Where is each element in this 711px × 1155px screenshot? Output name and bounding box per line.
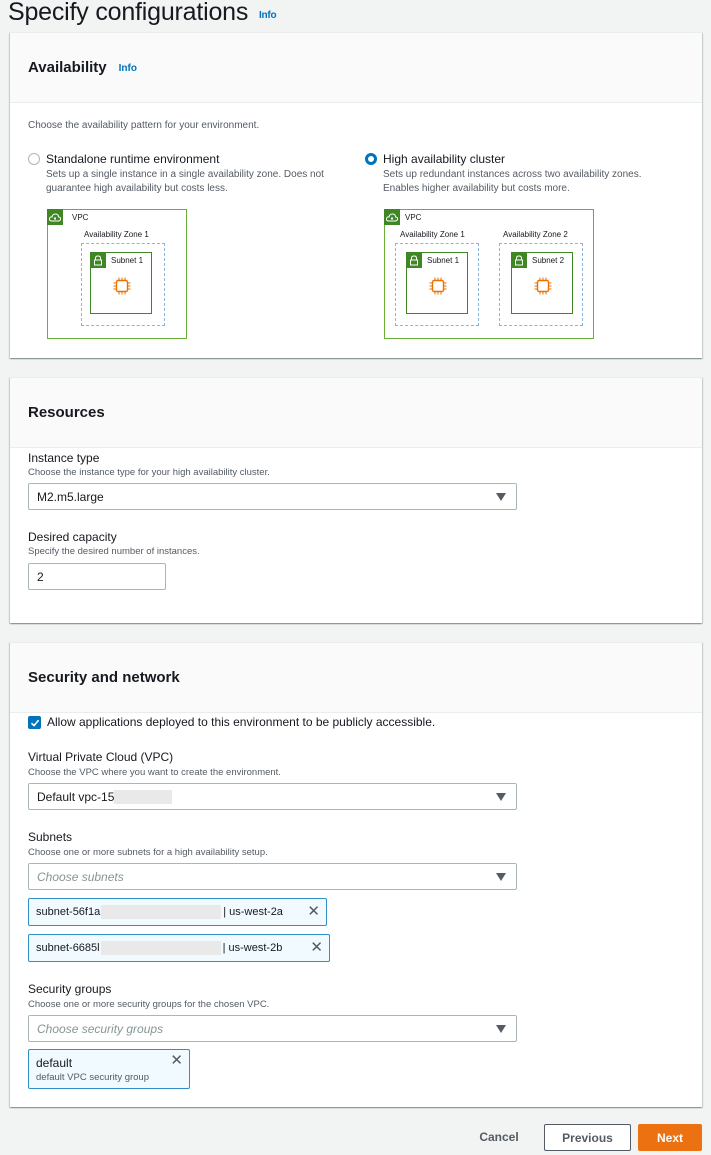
availability-info-link[interactable]: Info bbox=[119, 63, 137, 74]
vpc-value: Default vpc-15 bbox=[37, 789, 115, 804]
standalone-radio[interactable] bbox=[28, 153, 40, 165]
az-1-label: Availability Zone 1 bbox=[400, 230, 465, 239]
redacted-text bbox=[114, 789, 173, 804]
caret-down-icon bbox=[496, 793, 506, 801]
caret-down-icon bbox=[496, 493, 506, 501]
page-title: Specify configurations Info bbox=[8, 0, 277, 27]
availability-zone-1-box: Subnet 1 bbox=[395, 243, 479, 326]
cancel-button[interactable]: Cancel bbox=[468, 1124, 530, 1150]
subnet-label: Subnet 1 bbox=[111, 256, 144, 265]
redacted-text bbox=[101, 905, 222, 919]
standalone-diagram-vpc: VPC Availability Zone 1 Subnet 1 bbox=[47, 209, 187, 339]
lock-icon bbox=[90, 252, 106, 268]
subnets-select[interactable]: Choose subnets bbox=[28, 863, 517, 890]
redacted-text bbox=[100, 941, 221, 955]
vpc-label: VPC bbox=[405, 213, 422, 222]
availability-panel: Availability Info Choose the availabilit… bbox=[10, 32, 702, 358]
vpc-field-description: Choose the VPC where you want to create … bbox=[28, 767, 281, 778]
subnet-2-label: Subnet 2 bbox=[532, 256, 565, 265]
security-group-name: default bbox=[36, 1055, 73, 1070]
subnet-token: subnet-56f1a | us-west-2a ✕ bbox=[28, 898, 327, 926]
resources-header: Resources bbox=[10, 378, 702, 448]
previous-button[interactable]: Previous bbox=[544, 1124, 631, 1151]
high-availability-description: Sets up redundant instances across two a… bbox=[383, 169, 642, 194]
instance-chip-icon bbox=[113, 277, 131, 295]
instance-chip-icon bbox=[429, 277, 447, 295]
high-availability-radio[interactable] bbox=[365, 153, 377, 165]
high-availability-label: High availability cluster bbox=[383, 152, 506, 166]
subnet-box: Subnet 1 bbox=[90, 252, 152, 314]
resources-heading: Resources bbox=[28, 404, 105, 421]
instance-chip-icon bbox=[534, 277, 552, 295]
vpc-label: VPC bbox=[72, 213, 89, 222]
subnets-placeholder: Choose subnets bbox=[37, 869, 124, 884]
subnet-token-zone: | us-west-2b bbox=[222, 942, 283, 954]
vpc-cloud-icon bbox=[47, 209, 63, 225]
vpc-field-label: Virtual Private Cloud (VPC) bbox=[28, 750, 174, 764]
vpc-cloud-icon bbox=[384, 209, 400, 225]
security-group-token: default default VPC security group ✕ bbox=[28, 1049, 190, 1089]
instance-type-value: M2.m5.large bbox=[37, 489, 104, 504]
public-access-option[interactable]: Allow applications deployed to this envi… bbox=[28, 715, 508, 731]
remove-subnet-icon[interactable]: ✕ bbox=[307, 903, 320, 921]
remove-subnet-icon[interactable]: ✕ bbox=[310, 939, 323, 957]
subnet-token-zone: | us-west-2a bbox=[223, 906, 283, 918]
subnet-1-box: Subnet 1 bbox=[406, 252, 468, 314]
security-header: Security and network bbox=[10, 643, 702, 713]
page-title-text: Specify configurations bbox=[8, 0, 249, 26]
next-button[interactable]: Next bbox=[638, 1124, 702, 1151]
vpc-select[interactable]: Default vpc-15 bbox=[28, 783, 517, 810]
desired-capacity-label: Desired capacity bbox=[28, 530, 117, 544]
instance-type-select[interactable]: M2.m5.large bbox=[28, 483, 517, 510]
security-groups-description: Choose one or more security groups for t… bbox=[28, 999, 270, 1010]
option-standalone[interactable]: Standalone runtime environment Sets up a… bbox=[28, 152, 348, 194]
caret-down-icon bbox=[496, 873, 506, 881]
az-label: Availability Zone 1 bbox=[84, 230, 149, 239]
subnet-token-id: subnet-6685l bbox=[36, 942, 100, 954]
desired-capacity-description: Specify the desired number of instances. bbox=[28, 546, 200, 557]
option-high-availability[interactable]: High availability cluster Sets up redund… bbox=[365, 152, 685, 194]
security-heading: Security and network bbox=[28, 669, 180, 686]
subnet-1-label: Subnet 1 bbox=[427, 256, 460, 265]
remove-security-group-icon[interactable]: ✕ bbox=[170, 1052, 183, 1070]
check-icon bbox=[30, 719, 39, 727]
subnets-description: Choose one or more subnets for a high av… bbox=[28, 847, 268, 858]
instance-type-label: Instance type bbox=[28, 451, 100, 465]
lock-icon bbox=[511, 252, 527, 268]
lock-icon bbox=[406, 252, 422, 268]
desired-capacity-value: 2 bbox=[37, 569, 44, 584]
security-groups-select[interactable]: Choose security groups bbox=[28, 1015, 517, 1042]
security-groups-label: Security groups bbox=[28, 982, 112, 996]
subnet-token: subnet-6685l | us-west-2b ✕ bbox=[28, 934, 330, 962]
high-availability-diagram-vpc: VPC Availability Zone 1 Availability Zon… bbox=[384, 209, 594, 339]
public-access-checkbox[interactable] bbox=[28, 716, 41, 729]
instance-type-description: Choose the instance type for your high a… bbox=[28, 467, 270, 478]
public-access-label: Allow applications deployed to this envi… bbox=[47, 715, 436, 729]
subnet-2-box: Subnet 2 bbox=[511, 252, 573, 314]
standalone-label: Standalone runtime environment bbox=[46, 152, 220, 166]
availability-description: Choose the availability pattern for your… bbox=[28, 120, 260, 131]
resources-panel: Resources Instance type Choose the insta… bbox=[10, 377, 702, 623]
standalone-description: Sets up a single instance in a single av… bbox=[46, 169, 324, 194]
availability-zone-box: Subnet 1 bbox=[81, 243, 165, 326]
security-groups-placeholder: Choose security groups bbox=[37, 1021, 164, 1036]
page-info-link[interactable]: Info bbox=[259, 10, 277, 21]
subnet-token-id: subnet-56f1a bbox=[36, 906, 101, 918]
caret-down-icon bbox=[496, 1025, 506, 1033]
security-network-panel: Security and network Allow applications … bbox=[10, 642, 702, 1107]
availability-heading: Availability bbox=[28, 59, 107, 76]
security-group-description: default VPC security group bbox=[36, 1071, 150, 1083]
availability-header: Availability Info bbox=[10, 33, 702, 103]
az-2-label: Availability Zone 2 bbox=[503, 230, 568, 239]
availability-zone-2-box: Subnet 2 bbox=[499, 243, 583, 326]
subnets-label: Subnets bbox=[28, 830, 73, 844]
desired-capacity-input[interactable]: 2 bbox=[28, 563, 166, 590]
